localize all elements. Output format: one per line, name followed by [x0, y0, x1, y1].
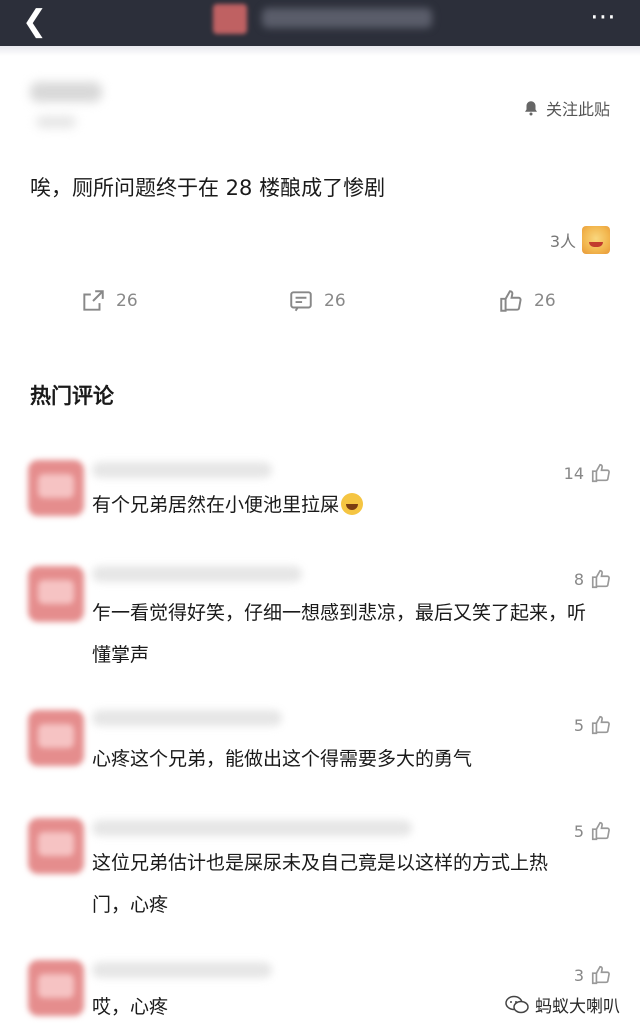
- header-shadow: [0, 46, 640, 56]
- comment-like-count: 3: [573, 965, 584, 985]
- thumbs-up-icon: [500, 290, 522, 312]
- comment-button[interactable]: 26: [288, 288, 346, 314]
- reactions[interactable]: 3人: [550, 226, 610, 254]
- comment-like-button[interactable]: 5: [574, 820, 612, 842]
- comment-like-button[interactable]: 14: [564, 462, 612, 484]
- thumbs-up-icon: [591, 569, 610, 589]
- commenter-name-blurred[interactable]: [92, 962, 272, 978]
- post-action-bar: 26 26 26: [0, 288, 640, 322]
- bell-icon: [524, 101, 537, 116]
- share-count: 26: [116, 291, 138, 311]
- laughing-emoji-icon: [341, 493, 364, 515]
- avatar[interactable]: [28, 710, 84, 766]
- reaction-emoji-icon: [582, 226, 610, 254]
- commenter-name-blurred[interactable]: [92, 462, 272, 478]
- more-dots-icon[interactable]: ⋯: [590, 2, 618, 32]
- comment-count: 26: [324, 291, 346, 311]
- share-icon: [83, 290, 104, 311]
- watermark: 蚂蚁大喇叭: [499, 990, 626, 1019]
- comment-like-count: 14: [563, 463, 584, 483]
- comment-icon: [290, 291, 312, 312]
- share-button[interactable]: 26: [80, 288, 138, 314]
- post-text: 唉，厕所问题终于在 28 楼酿成了惨剧: [30, 176, 386, 200]
- comment-like-count: 8: [573, 569, 584, 589]
- avatar[interactable]: [28, 566, 84, 622]
- like-count: 26: [534, 291, 556, 311]
- reaction-count: 3人: [549, 232, 576, 251]
- thumbs-up-icon: [591, 965, 610, 985]
- follow-label: 关注此贴: [545, 100, 610, 119]
- comment-like-button[interactable]: 3: [574, 964, 612, 986]
- comment-text: 心疼这个兄弟，能做出这个得需要多大的勇气: [92, 748, 473, 770]
- hot-comments-title: 热门评论: [30, 384, 114, 408]
- thumbs-up-icon: [591, 463, 610, 483]
- thumbs-up-icon: [591, 715, 610, 735]
- comment-text: 有个兄弟居然在小便池里拉屎: [92, 484, 592, 526]
- watermark-text: 蚂蚁大喇叭: [535, 997, 620, 1017]
- comment-like-count: 5: [573, 821, 584, 841]
- comment-text-content: 有个兄弟居然在小便池里拉屎: [92, 494, 340, 516]
- commenter-name-blurred[interactable]: [92, 710, 282, 726]
- comment-like-count: 5: [573, 715, 584, 735]
- comment-like-button[interactable]: 5: [574, 714, 612, 736]
- comment-text: 这位兄弟估计也是屎尿未及自己竟是以这样的方式上热门，心疼: [92, 852, 549, 916]
- avatar[interactable]: [28, 960, 84, 1016]
- channel-title-blurred: [262, 8, 432, 28]
- channel-avatar[interactable]: [213, 4, 247, 34]
- post-meta-blurred: [36, 116, 76, 128]
- top-bar: ❮ ⋯: [0, 0, 640, 46]
- commenter-name-blurred[interactable]: [92, 820, 412, 836]
- comment-like-button[interactable]: 8: [574, 568, 612, 590]
- commenter-name-blurred[interactable]: [92, 566, 302, 582]
- post-author-blurred[interactable]: [30, 82, 102, 102]
- avatar[interactable]: [28, 818, 84, 874]
- back-icon[interactable]: ❮: [22, 6, 56, 40]
- like-button[interactable]: 26: [498, 288, 556, 314]
- comment-text: 乍一看觉得好笑，仔细一想感到悲凉，最后又笑了起来，听懂掌声: [92, 602, 587, 666]
- thumbs-up-icon: [591, 821, 610, 841]
- avatar[interactable]: [28, 460, 84, 516]
- follow-post-button[interactable]: 关注此贴: [522, 96, 610, 120]
- wechat-icon: [505, 995, 529, 1013]
